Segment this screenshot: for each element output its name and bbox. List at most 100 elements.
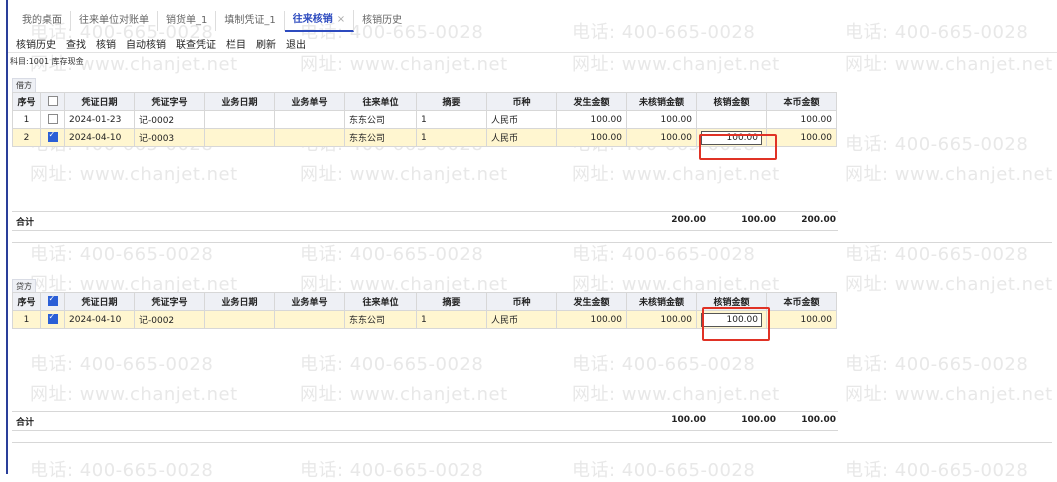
table-row[interactable]: 1 2024-01-23 记-0002 东东公司 1 人民币 100.00 10…	[12, 110, 837, 129]
highlight-box	[699, 134, 777, 160]
total-verify: 100.00	[741, 415, 776, 425]
col-header: 凭证日期	[64, 292, 135, 311]
auto-verify-button[interactable]: 自动核销	[126, 36, 166, 51]
tab-verification-history[interactable]: 核销历史	[354, 11, 410, 31]
cell-date: 2024-04-10	[64, 310, 135, 329]
watermark-url: 网址: www.chanjet.net	[845, 274, 1053, 295]
checkbox[interactable]	[47, 114, 58, 125]
watermark-phone: 电话: 400-665-0028	[30, 460, 214, 481]
watermark-phone: 电话: 400-665-0028	[845, 134, 1029, 155]
columns-button[interactable]: 栏目	[226, 36, 246, 51]
cell-currency: 人民币	[486, 110, 557, 129]
checkbox-checked[interactable]	[47, 294, 58, 307]
cell-base: 100.00	[766, 110, 837, 129]
watermark-url: 网址: www.chanjet.net	[572, 54, 780, 75]
find-button[interactable]: 查找	[66, 36, 86, 51]
watermark-phone: 电话: 400-665-0028	[845, 244, 1029, 265]
watermark-phone: 电话: 400-665-0028	[572, 244, 756, 265]
verify-button[interactable]: 核销	[96, 36, 116, 51]
watermark-phone: 电话: 400-665-0028	[845, 460, 1029, 481]
watermark-phone: 电话: 400-665-0028	[30, 354, 214, 375]
row-check-cell[interactable]	[40, 310, 65, 329]
row-check-cell[interactable]	[40, 128, 65, 147]
exit-button[interactable]: 退出	[286, 36, 306, 51]
col-header: 序号	[12, 92, 41, 111]
tab-label: 填制凭证_1	[224, 15, 276, 26]
watermark-url: 网址: www.chanjet.net	[30, 164, 238, 185]
table-header: 序号 凭证日期 凭证字号 业务日期 业务单号 往来单位 摘要 币种 发生金额 未…	[12, 92, 837, 111]
col-header: 凭证字号	[134, 292, 205, 311]
checkbox[interactable]	[47, 96, 58, 107]
cell-amount: 100.00	[556, 110, 627, 129]
col-header-select-all[interactable]	[40, 92, 65, 111]
col-header: 业务日期	[204, 292, 275, 311]
tab-label: 往来单位对账单	[79, 15, 149, 26]
col-header: 本币金额	[766, 92, 837, 111]
tab-desktop[interactable]: 我的桌面	[14, 11, 71, 31]
watermark-phone: 电话: 400-665-0028	[30, 244, 214, 265]
total-unverified: 100.00	[671, 415, 706, 425]
total-verify: 100.00	[741, 215, 776, 225]
cell-unit: 东东公司	[344, 110, 417, 129]
watermark-phone: 电话: 400-665-0028	[572, 22, 756, 43]
row-no: 1	[12, 110, 41, 129]
linked-voucher-button[interactable]: 联查凭证	[176, 36, 216, 51]
tab-verification[interactable]: 往来核销 ×	[284, 10, 355, 32]
credit-total-row: 合计 100.00 100.00 100.00	[12, 411, 838, 431]
col-header: 摘要	[416, 292, 487, 311]
col-header: 币种	[486, 92, 557, 111]
row-check-cell[interactable]	[40, 110, 65, 129]
cell-voucher: 记-0002	[134, 110, 205, 129]
watermark-phone: 电话: 400-665-0028	[300, 244, 484, 265]
tab-label: 往来核销	[292, 14, 333, 25]
highlight-box	[702, 307, 770, 341]
cell-unverified: 100.00	[626, 110, 697, 129]
watermark-url: 网址: www.chanjet.net	[300, 54, 508, 75]
watermark-phone: 电话: 400-665-0028	[300, 354, 484, 375]
tab-reconciliation[interactable]: 往来单位对账单	[71, 11, 158, 31]
cell-date: 2024-01-23	[64, 110, 135, 129]
watermark-url: 网址: www.chanjet.net	[300, 164, 508, 185]
watermark-layer: 电话: 400-665-0028 电话: 400-665-0028 电话: 40…	[0, 0, 1057, 481]
col-header: 币种	[486, 292, 557, 311]
cell-verify[interactable]	[696, 110, 767, 129]
watermark-url: 网址: www.chanjet.net	[845, 54, 1053, 75]
checkbox-checked[interactable]	[47, 312, 58, 325]
col-header: 凭证日期	[64, 92, 135, 111]
col-header: 业务单号	[274, 92, 345, 111]
col-header: 凭证字号	[134, 92, 205, 111]
col-header: 本币金额	[766, 292, 837, 311]
cell-unit: 东东公司	[344, 128, 417, 147]
watermark-phone: 电话: 400-665-0028	[572, 354, 756, 375]
refresh-button[interactable]: 刷新	[256, 36, 276, 51]
col-header: 业务单号	[274, 292, 345, 311]
watermark-url: 网址: www.chanjet.net	[845, 164, 1053, 185]
tab-bar: 我的桌面 往来单位对账单 销货单_1 填制凭证_1 往来核销 × 核销历史	[14, 10, 410, 32]
watermark-url: 网址: www.chanjet.net	[30, 384, 238, 405]
total-unverified: 200.00	[671, 215, 706, 225]
close-icon[interactable]: ×	[337, 14, 345, 25]
tab-sales-order[interactable]: 销货单_1	[158, 11, 217, 31]
total-base: 100.00	[801, 415, 836, 425]
col-header: 序号	[12, 292, 41, 311]
tab-fill-voucher[interactable]: 填制凭证_1	[216, 11, 285, 31]
subject-label: 科目:1001 库存现金	[10, 57, 84, 66]
total-label: 合计	[16, 418, 35, 428]
col-header: 发生金额	[556, 292, 627, 311]
col-header: 未核销金额	[626, 292, 697, 311]
col-header-select-all[interactable]	[40, 292, 65, 311]
cell-amount: 100.00	[556, 310, 627, 329]
cell-amount: 100.00	[556, 128, 627, 147]
watermark-url: 网址: www.chanjet.net	[300, 384, 508, 405]
tab-label: 我的桌面	[22, 15, 62, 26]
history-button[interactable]: 核销历史	[16, 36, 56, 51]
total-label: 合计	[16, 218, 35, 228]
checkbox-checked[interactable]	[47, 130, 58, 143]
section-divider	[12, 242, 1052, 243]
tab-label: 销货单_1	[166, 15, 208, 26]
col-header: 核销金额	[696, 92, 767, 111]
cell-summary: 1	[416, 310, 487, 329]
cell-unverified: 100.00	[626, 128, 697, 147]
debit-total-row: 合计 200.00 100.00 200.00	[12, 211, 838, 231]
col-header: 摘要	[416, 92, 487, 111]
